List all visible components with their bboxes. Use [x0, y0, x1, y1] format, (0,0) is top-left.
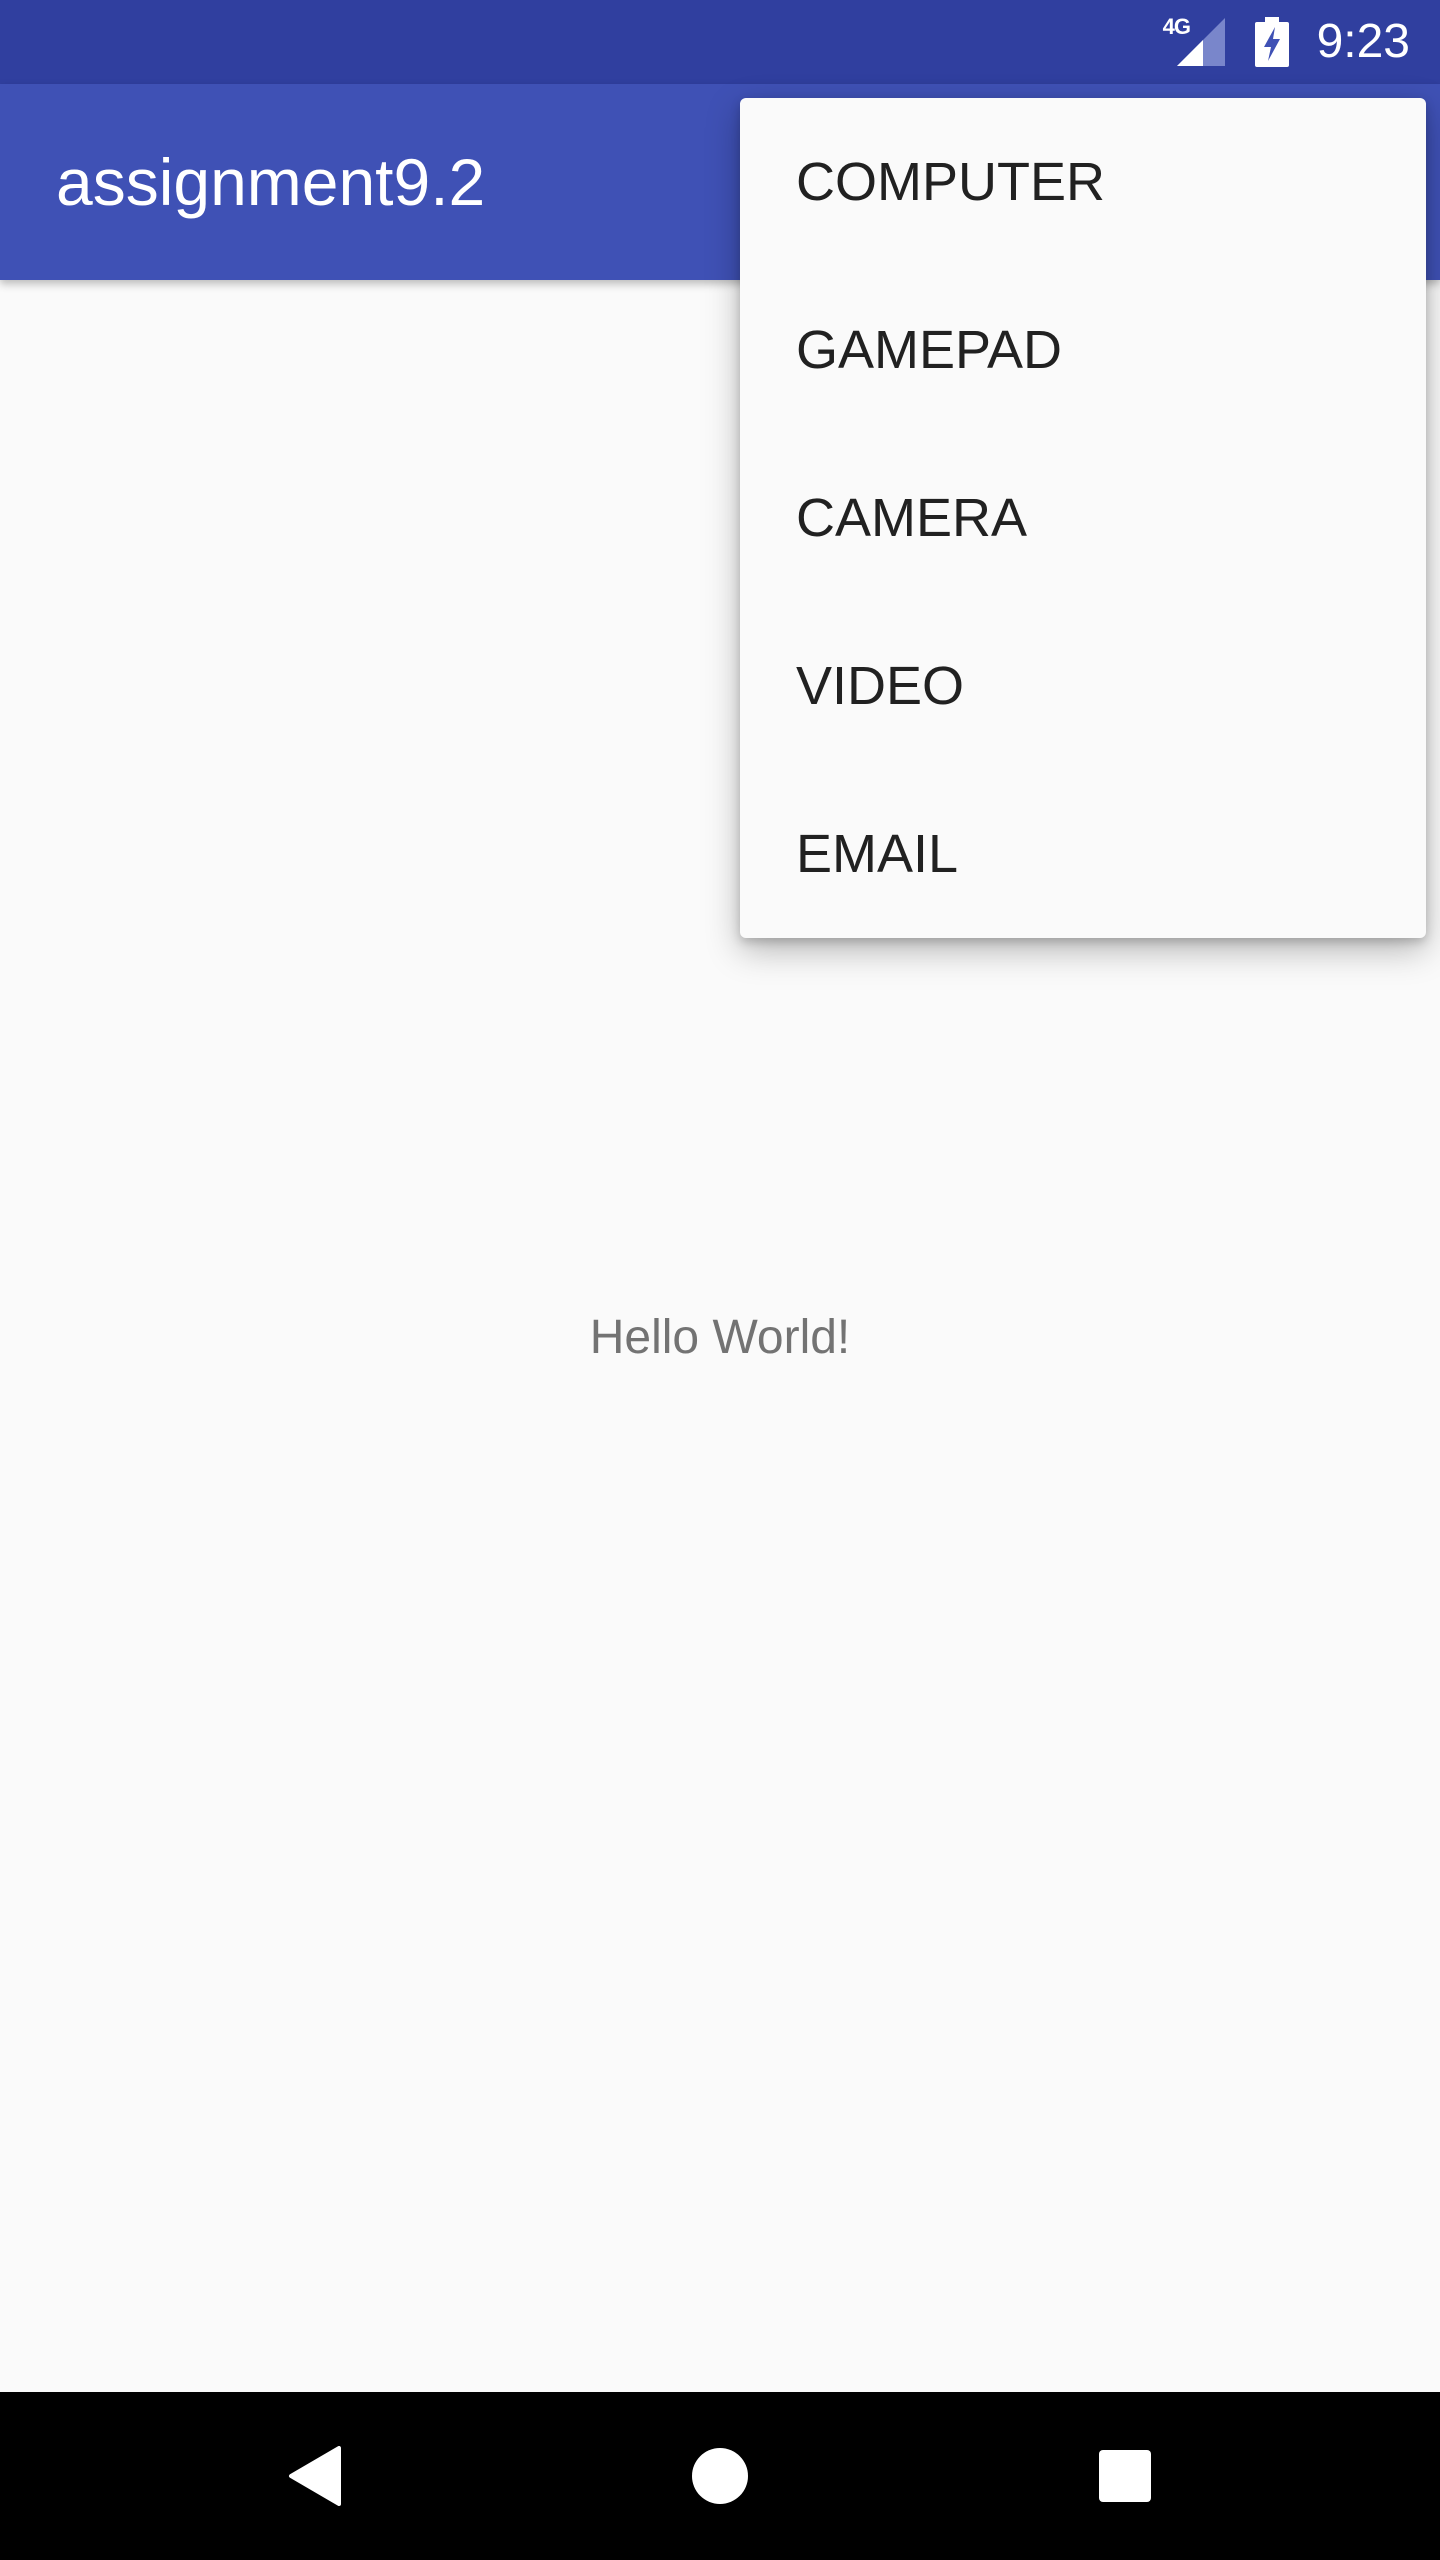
- app-title: assignment9.2: [56, 145, 486, 219]
- recents-button[interactable]: [1045, 2392, 1205, 2560]
- signal-icon: 4G: [1163, 14, 1225, 70]
- home-icon: [692, 2448, 748, 2504]
- navigation-bar: [0, 2392, 1440, 2560]
- overflow-menu: COMPUTER GAMEPAD CAMERA VIDEO EMAIL: [740, 98, 1426, 938]
- screen: 4G 9:23 assignment9.2 Hello World! COMPU…: [0, 0, 1440, 2560]
- menu-item-email[interactable]: EMAIL: [740, 770, 1426, 938]
- hello-text: Hello World!: [589, 1311, 851, 1364]
- status-bar: 4G 9:23: [0, 0, 1440, 84]
- back-button[interactable]: [235, 2392, 395, 2560]
- menu-item-camera[interactable]: CAMERA: [740, 434, 1426, 602]
- battery-charging-icon: [1254, 17, 1289, 67]
- menu-item-gamepad[interactable]: GAMEPAD: [740, 266, 1426, 434]
- recents-icon: [1099, 2450, 1151, 2502]
- menu-item-computer[interactable]: COMPUTER: [740, 98, 1426, 266]
- back-icon: [289, 2446, 341, 2506]
- status-icons: 4G 9:23: [1163, 0, 1410, 84]
- network-type-label: 4G: [1162, 14, 1191, 39]
- status-clock: 9:23: [1316, 15, 1410, 68]
- home-button[interactable]: [640, 2392, 800, 2560]
- menu-item-video[interactable]: VIDEO: [740, 602, 1426, 770]
